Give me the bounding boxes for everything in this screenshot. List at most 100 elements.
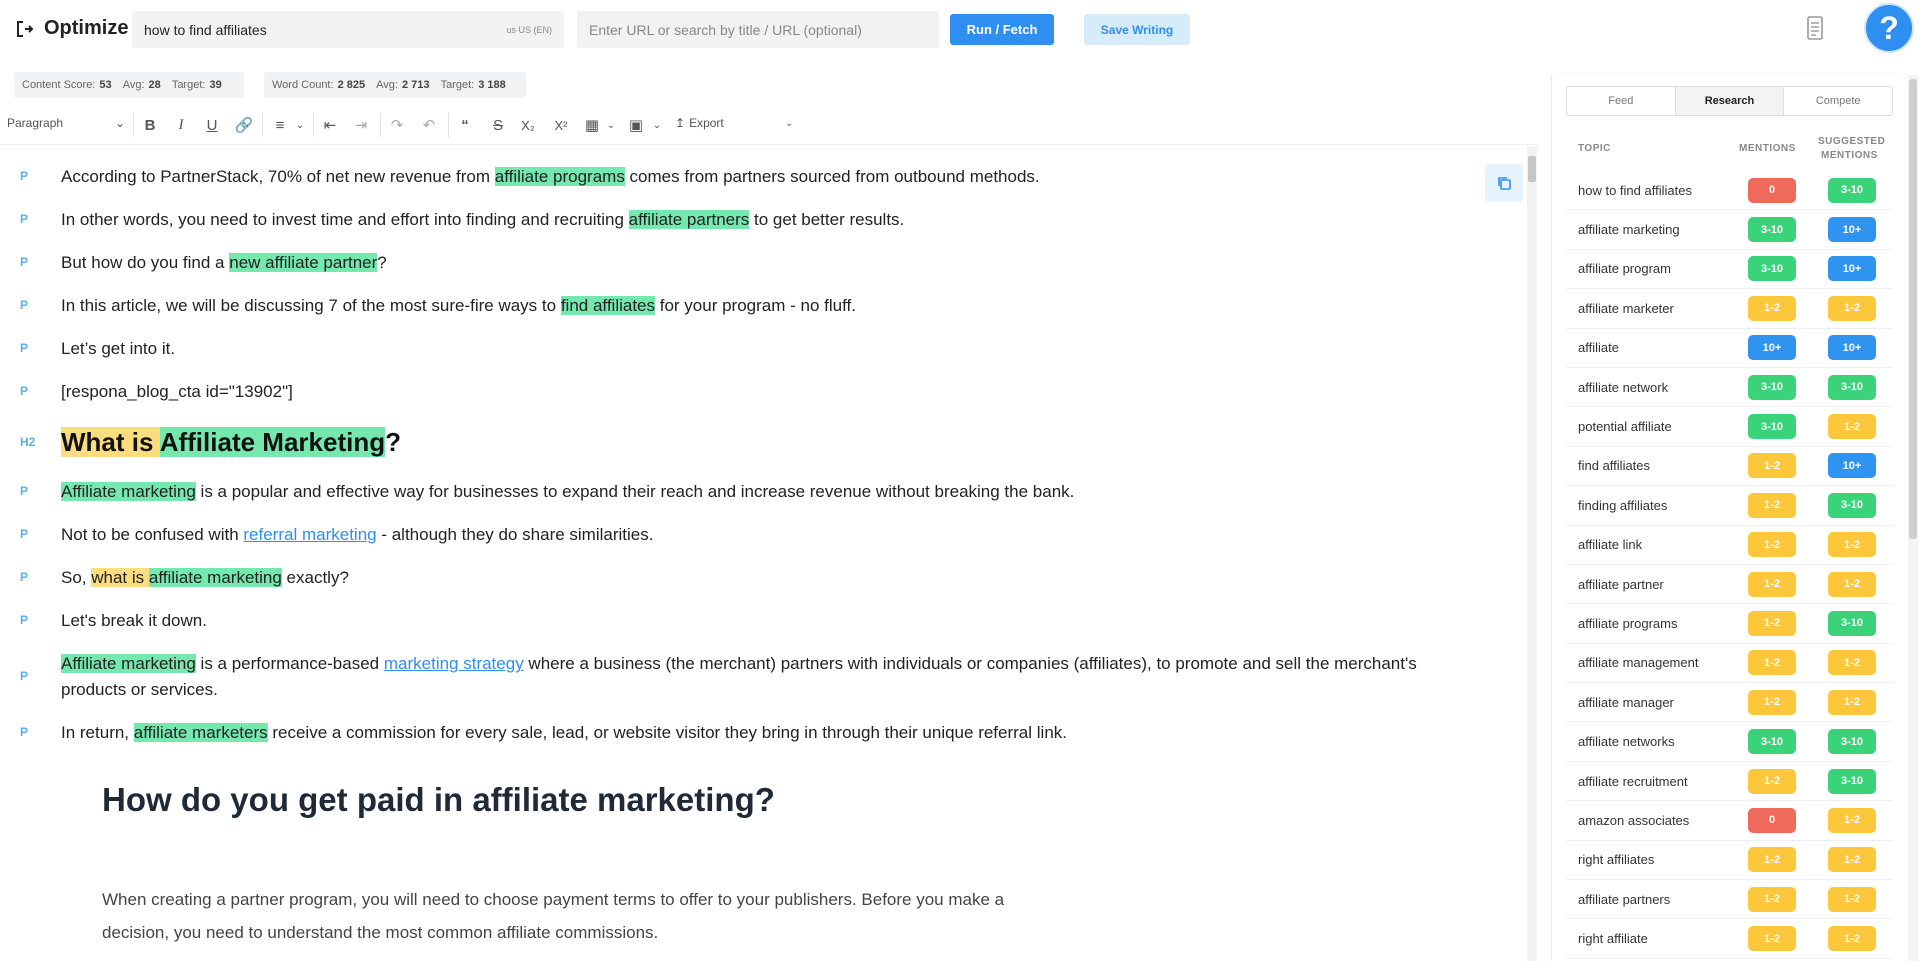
mentions-badge: 1-2 [1748, 650, 1796, 676]
topic-row[interactable]: right affiliate 1-2 1-2 [1566, 919, 1893, 959]
topic-row[interactable]: affiliate network 3-10 3-10 [1566, 368, 1893, 408]
topic-row[interactable]: affiliate 10+ 10+ [1566, 329, 1893, 368]
paragraph-text[interactable]: In this article, we will be discussing 7… [61, 293, 1441, 319]
image-chevron-icon[interactable]: ⌄ [647, 115, 667, 135]
indent-icon[interactable]: ⇥ [351, 115, 371, 135]
paragraph-text[interactable]: In other words, you need to invest time … [61, 207, 1441, 233]
suggested-mentions-badge: 1-2 [1828, 689, 1876, 715]
undo-icon[interactable]: ↶ [419, 115, 439, 135]
italic-icon[interactable]: I [171, 115, 191, 135]
topic-row[interactable]: affiliate marketer 1-2 1-2 [1566, 289, 1893, 329]
export-button[interactable]: ↥ Export [675, 116, 724, 130]
document-icon[interactable] [1806, 16, 1824, 40]
underline-icon[interactable]: U [202, 115, 222, 135]
topic-row[interactable]: affiliate partner 1-2 1-2 [1566, 565, 1893, 605]
topic-row[interactable]: affiliate marketing 3-10 10+ [1566, 210, 1893, 250]
paragraph-text[interactable]: But how do you find a new affiliate part… [61, 250, 1441, 276]
topic-row[interactable]: how to find affiliates 0 3-10 [1566, 171, 1893, 211]
paragraph-text[interactable]: According to PartnerStack, 70% of net ne… [61, 164, 1441, 190]
topic-row[interactable]: affiliate programs 1-2 3-10 [1566, 604, 1893, 644]
superscript-icon[interactable]: X² [551, 115, 571, 135]
toolbar-more-chevron-icon[interactable]: ⌄ [785, 118, 793, 129]
save-writing-button[interactable]: Save Writing [1084, 14, 1190, 45]
block-tag: P [20, 484, 29, 498]
paragraph-text[interactable]: So, what is affiliate marketing exactly? [61, 565, 1441, 591]
block-tag: P [20, 341, 29, 355]
topic-label: finding affiliates [1578, 497, 1668, 513]
block-tag: P [20, 669, 29, 683]
mentions-badge: 1-2 [1748, 886, 1796, 912]
paragraph-text[interactable]: In return, affiliate marketers receive a… [61, 720, 1441, 746]
topic-table: how to find affiliates 0 3-10 affiliate mar… [1566, 171, 1893, 959]
topic-row[interactable]: affiliate program 3-10 10+ [1566, 250, 1893, 290]
help-button[interactable]: ? [1864, 3, 1914, 53]
bold-icon[interactable]: B [140, 115, 160, 135]
brand[interactable]: Optimize [16, 17, 128, 40]
tab-research[interactable]: Research [1675, 87, 1785, 115]
run-fetch-button[interactable]: Run / Fetch [950, 14, 1054, 45]
mentions-badge: 10+ [1748, 335, 1796, 361]
mentions-badge: 1-2 [1748, 492, 1796, 518]
topic-row[interactable]: affiliate management 1-2 1-2 [1566, 644, 1893, 684]
column-header-suggested-mentions: MENTIONS [1821, 150, 1878, 161]
topic-label: find affiliates [1578, 458, 1651, 474]
keyword-field[interactable]: how to find affiliates us US (EN) [132, 11, 564, 48]
image-icon[interactable]: ▣ [626, 115, 646, 135]
tab-compete[interactable]: Compete [1784, 87, 1892, 115]
url-search-input[interactable] [577, 11, 939, 48]
topic-row[interactable]: find affiliates 1-2 10+ [1566, 447, 1893, 487]
topic-label: affiliate marketing [1578, 222, 1680, 238]
word-count-badge: Word Count: 2 825 Avg: 2 713 Target: 3 1… [264, 72, 526, 98]
panel-scrollbar-thumb[interactable] [1909, 79, 1917, 539]
mentions-badge: 3-10 [1748, 414, 1796, 440]
paragraph-text[interactable]: Let’s get into it. [61, 336, 1441, 362]
topic-row[interactable]: right affiliates 1-2 1-2 [1566, 841, 1893, 881]
paragraph-text[interactable]: [respona_blog_cta id="13902"] [61, 379, 1441, 405]
suggested-mentions-badge: 1-2 [1828, 571, 1876, 597]
suggested-mentions-badge: 3-10 [1828, 768, 1876, 794]
subscript-icon[interactable]: X₂ [518, 115, 538, 135]
tab-feed[interactable]: Feed [1567, 87, 1676, 115]
keyword-highlight: affiliate marketers [133, 723, 268, 742]
strikethrough-icon[interactable]: S [488, 115, 508, 135]
table-chevron-icon[interactable]: ⌄ [601, 115, 621, 135]
redo-icon[interactable]: ↷ [387, 115, 407, 135]
paragraph-text[interactable]: Not to be confused with referral marketi… [61, 522, 1441, 548]
heading-text[interactable]: What is Affiliate Marketing? [61, 425, 401, 459]
paragraph-text[interactable]: Affiliate marketing is a performance-bas… [61, 651, 1441, 703]
table-icon[interactable]: ▦ [582, 115, 602, 135]
topic-row[interactable]: potential affiliate 3-10 1-2 [1566, 407, 1893, 447]
toolbar-divider [0, 144, 1540, 145]
paragraph-text[interactable]: Affiliate marketing is a popular and eff… [61, 479, 1441, 505]
topic-row[interactable]: affiliate link 1-2 1-2 [1566, 526, 1893, 565]
topic-row[interactable]: affiliate networks 3-10 3-10 [1566, 722, 1893, 762]
paragraph-text[interactable]: Let's break it down. [61, 608, 1441, 634]
referral-marketing-link[interactable]: referral marketing [243, 525, 376, 544]
bullet-list-icon[interactable]: ≡ [270, 115, 290, 135]
editor-scrollbar-thumb[interactable] [1528, 156, 1536, 182]
list-chevron-icon[interactable]: ⌄ [290, 115, 310, 135]
topic-row[interactable]: affiliate partners 1-2 1-2 [1566, 880, 1893, 920]
panel-scrollbar[interactable] [1908, 75, 1918, 961]
paragraph-style-select[interactable]: Paragraph ⌄ [7, 116, 125, 130]
link-icon[interactable]: 🔗 [234, 115, 254, 135]
content-score-target: 39 [209, 79, 222, 91]
marketing-strategy-link[interactable]: marketing strategy [384, 654, 524, 673]
word-count-value: 2 825 [337, 79, 366, 91]
blockquote-icon[interactable]: “ [455, 115, 475, 135]
editor-canvas[interactable]: P According to PartnerStack, 70% of net … [0, 146, 1525, 961]
mentions-badge: 1-2 [1748, 610, 1796, 636]
copy-icon [1498, 177, 1511, 190]
suggested-mentions-badge: 1-2 [1828, 926, 1876, 952]
outdent-icon[interactable]: ⇤ [320, 115, 340, 135]
topic-row[interactable]: amazon associates 0 1-2 [1566, 801, 1893, 841]
editor-scrollbar[interactable] [1527, 146, 1537, 961]
copy-button[interactable] [1485, 164, 1523, 202]
column-header-mentions: MENTIONS [1739, 143, 1796, 154]
topic-row[interactable]: affiliate manager 1-2 1-2 [1566, 683, 1893, 723]
topic-label: affiliate program [1578, 261, 1671, 277]
topic-label: affiliate management [1578, 655, 1699, 671]
topic-row[interactable]: affiliate recruitment 1-2 3-10 [1566, 762, 1893, 802]
locale-flag-icon: us [506, 24, 519, 35]
topic-row[interactable]: finding affiliates 1-2 3-10 [1566, 486, 1893, 526]
